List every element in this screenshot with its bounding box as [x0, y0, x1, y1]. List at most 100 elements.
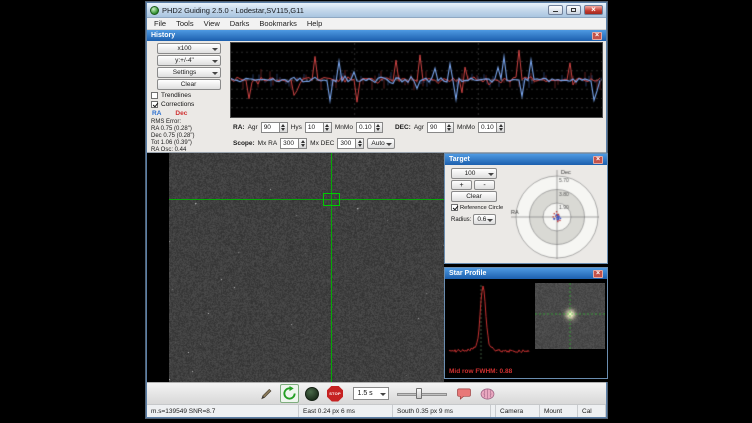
dec-minmove-stepper[interactable]: 0.10 — [478, 122, 505, 133]
desktop-background: PHD2 Guiding 2.5.0 - Lodestar,SV115,G11 … — [0, 0, 752, 423]
exposure-duration-select[interactable]: 1.5 s — [353, 387, 389, 400]
close-icon: × — [591, 6, 596, 14]
menu-item-tools[interactable]: Tools — [171, 19, 199, 28]
maximize-button[interactable] — [566, 5, 581, 15]
ra-params-label: RA: — [233, 124, 245, 131]
guide-image-canvas[interactable] — [169, 153, 444, 382]
menu-item-bookmarks[interactable]: Bookmarks — [254, 19, 302, 28]
menu-item-help[interactable]: Help — [302, 19, 327, 28]
rms-error-block: RMS Error: RA 0.75 (0.28") Dec 0.75 (0.2… — [147, 119, 230, 154]
star-profile-panel: Star Profile × Mid row FWHM: 0.88 — [444, 267, 608, 379]
target-close-icon[interactable]: × — [593, 156, 603, 164]
ra-minmove-stepper[interactable]: 0.10 — [356, 122, 383, 133]
zoom-in-button[interactable]: + — [451, 180, 472, 190]
reference-circle-checkbox[interactable] — [451, 204, 458, 211]
stop-sign-icon: STOP — [327, 386, 343, 402]
max-dec-label: Mx DEC — [310, 140, 334, 147]
trendlines-checkbox[interactable] — [151, 92, 158, 99]
trendlines-checkbox-row[interactable]: Trendlines — [147, 91, 230, 100]
target-panel: Target × 100 + - Clear — [444, 153, 608, 264]
lock-position-box — [323, 193, 340, 206]
guide-params-row: RA: Agr 90 Hys 10 MnMo 0.10 DEC: Agr 90 … — [233, 120, 604, 135]
spin-buttons[interactable] — [324, 122, 332, 133]
window-title: PHD2 Guiding 2.5.0 - Lodestar,SV115,G11 — [162, 6, 545, 15]
minimize-button[interactable] — [548, 5, 563, 15]
main-area: Target × 100 + - Clear — [147, 153, 606, 382]
star-zoom-image — [535, 283, 605, 349]
status-bar: m.s=139549 SNR=8.7 East 0.24 px 6 ms Sou… — [147, 404, 606, 417]
history-caption[interactable]: History × — [147, 30, 606, 41]
star-profile-caption[interactable]: Star Profile × — [445, 268, 607, 279]
dec-minmove-label: MnMo — [457, 124, 475, 131]
graph-clear-button[interactable]: Clear — [157, 79, 221, 90]
guide-button[interactable] — [303, 384, 322, 403]
history-close-icon[interactable]: × — [592, 32, 602, 40]
connect-equipment-button[interactable] — [257, 384, 276, 403]
hysteresis-stepper[interactable]: 10 — [305, 122, 332, 133]
stop-button[interactable]: STOP — [326, 384, 345, 403]
rms-ra: RA 0.75 (0.28") — [151, 126, 230, 133]
guide-camera-display[interactable] — [147, 153, 444, 382]
title-bar[interactable]: PHD2 Guiding 2.5.0 - Lodestar,SV115,G11 … — [147, 3, 606, 18]
graph-settings-dropdown[interactable]: Settings — [157, 67, 221, 78]
phd2-window: PHD2 Guiding 2.5.0 - Lodestar,SV115,G11 … — [146, 2, 607, 418]
cal-status: Cal — [578, 405, 606, 417]
spin-buttons[interactable] — [299, 138, 307, 149]
graph-yrange-dropdown[interactable]: y:+/-4" — [157, 55, 221, 66]
history-body: x100 y:+/-4" Settings Clear Trendlines C… — [147, 41, 606, 152]
spin-buttons[interactable] — [356, 138, 364, 149]
crosshair-horizontal — [169, 199, 444, 200]
dec-guide-mode-dropdown[interactable]: Auto — [367, 138, 394, 149]
loop-exposures-button[interactable] — [280, 384, 299, 403]
camera-properties-button[interactable] — [455, 384, 474, 403]
advanced-settings-button[interactable] — [478, 384, 497, 403]
loop-arrows-icon — [282, 386, 297, 401]
menu-item-view[interactable]: View — [199, 19, 225, 28]
history-graph-canvas — [231, 43, 602, 117]
chevron-down-icon — [212, 60, 218, 63]
corrections-checkbox[interactable] — [151, 101, 158, 108]
dec-legend-label: Dec — [175, 110, 187, 117]
gamma-slider[interactable] — [397, 387, 447, 400]
max-ra-stepper[interactable]: 300 — [280, 138, 307, 149]
dec-agr-label: Agr — [414, 124, 424, 131]
history-graph — [230, 42, 603, 118]
chevron-down-icon — [380, 393, 386, 396]
dec-aggression-stepper[interactable]: 90 — [427, 122, 454, 133]
corrections-checkbox-row[interactable]: Corrections — [147, 100, 230, 109]
ra-aggression-stepper[interactable]: 90 — [261, 122, 288, 133]
radius-label: Radius: — [451, 217, 471, 223]
ra-agr-label: Agr — [248, 124, 258, 131]
ra-minmove-label: MnMo — [335, 124, 353, 131]
star-profile-curve — [447, 281, 531, 363]
star-profile-close-icon[interactable]: × — [593, 270, 603, 278]
chevron-down-icon — [488, 173, 494, 176]
history-controls: x100 y:+/-4" Settings Clear Trendlines C… — [147, 41, 230, 152]
rms-dec: Dec 0.75 (0.28") — [151, 133, 230, 140]
chevron-down-icon — [386, 143, 392, 146]
spin-buttons[interactable] — [375, 122, 383, 133]
zoom-out-button[interactable]: - — [474, 180, 495, 190]
spin-buttons[interactable] — [280, 122, 288, 133]
max-dec-stepper[interactable]: 300 — [337, 138, 364, 149]
spin-buttons[interactable] — [446, 122, 454, 133]
radius-dropdown[interactable]: 0.6 — [473, 214, 496, 225]
close-button[interactable]: × — [584, 5, 603, 15]
reference-circle-row[interactable]: Reference Circle — [448, 203, 504, 212]
target-zoom-dropdown[interactable]: 100 — [451, 168, 497, 179]
chevron-down-icon — [212, 72, 218, 75]
camera-status: Camera — [496, 405, 540, 417]
menu-item-file[interactable]: File — [149, 19, 171, 28]
graph-length-dropdown[interactable]: x100 — [157, 43, 221, 54]
fwhm-readout: Mid row FWHM: 0.88 — [449, 368, 512, 375]
menu-item-darks[interactable]: Darks — [225, 19, 255, 28]
target-zoom-buttons: + - — [448, 180, 504, 190]
chevron-down-icon — [212, 48, 218, 51]
slider-thumb[interactable] — [416, 388, 422, 399]
right-panel-column: Target × 100 + - Clear — [444, 153, 608, 382]
target-body: 100 + - Clear Reference Circle — [445, 165, 607, 263]
target-clear-button[interactable]: Clear — [451, 191, 497, 202]
target-caption[interactable]: Target × — [445, 154, 607, 165]
spin-buttons[interactable] — [497, 122, 505, 133]
east-correction-status: East 0.24 px 6 ms — [299, 405, 393, 417]
